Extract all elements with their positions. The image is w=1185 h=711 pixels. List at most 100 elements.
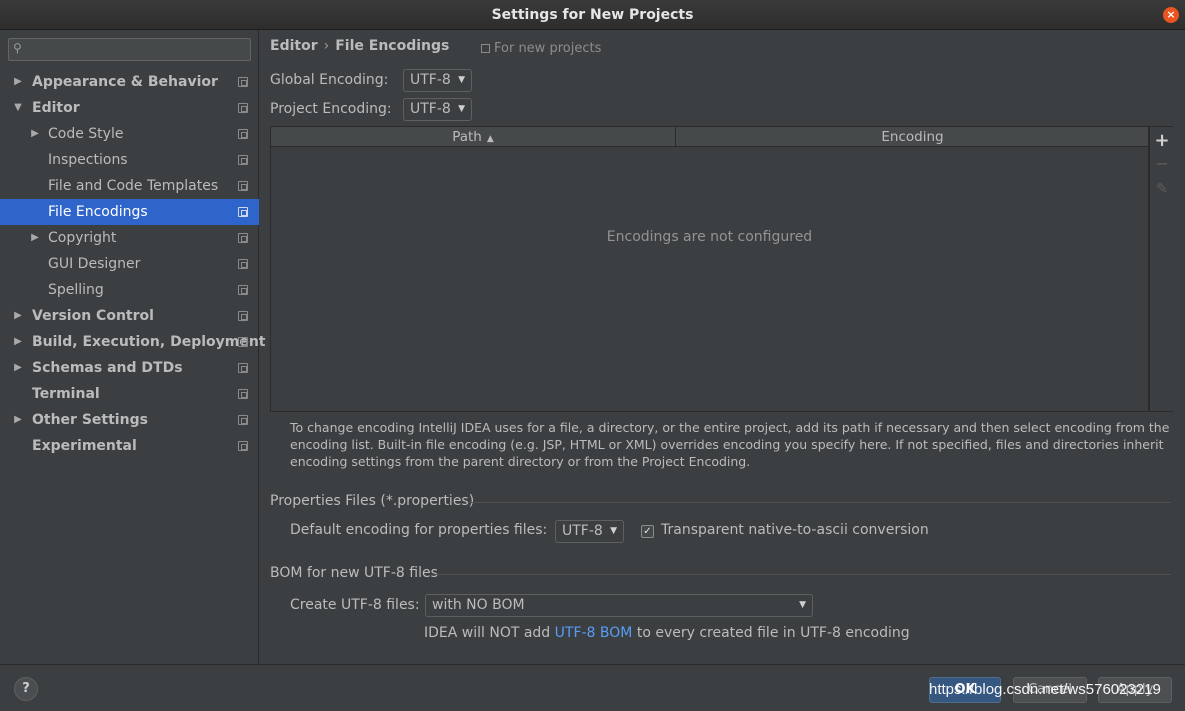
create-utf8-label: Create UTF-8 files: bbox=[290, 597, 420, 613]
collapsed-arrow-icon[interactable]: ▶ bbox=[29, 121, 41, 147]
project-scope-icon bbox=[238, 311, 248, 321]
table-header: Path ▲ Encoding bbox=[271, 127, 1148, 147]
collapsed-arrow-icon[interactable]: ▶ bbox=[12, 303, 24, 329]
project-scope-icon bbox=[238, 103, 248, 113]
sidebar-item-other-settings[interactable]: ▶ Other Settings bbox=[0, 407, 259, 433]
path-encoding-table[interactable]: Path ▲ Encoding Encodings are not configu… bbox=[270, 126, 1149, 412]
sidebar-item-build-execution-deployment[interactable]: ▶ Build, Execution, Deployment bbox=[0, 329, 265, 355]
sidebar-item-label: Copyright bbox=[48, 230, 117, 246]
expanded-arrow-icon[interactable]: ▼ bbox=[12, 95, 24, 121]
sidebar-item-appearance-behavior[interactable]: ▶ Appearance & Behavior bbox=[0, 69, 259, 95]
project-scope-icon bbox=[238, 415, 248, 425]
edit-icon[interactable]: ✎ bbox=[1150, 181, 1174, 197]
breadcrumb-current: File Encodings bbox=[335, 38, 450, 54]
create-utf8-select[interactable]: with NO BOM ▼ bbox=[425, 594, 813, 617]
breadcrumb: Editor › File Encodings bbox=[270, 38, 449, 54]
sidebar-item-label: File and Code Templates bbox=[48, 178, 219, 194]
sidebar-item-label: File Encodings bbox=[48, 204, 148, 220]
section-divider bbox=[434, 574, 1171, 575]
project-encoding-label: Project Encoding: bbox=[270, 101, 392, 117]
sidebar-item-label: Appearance & Behavior bbox=[32, 74, 218, 90]
encoding-help-text: To change encoding IntelliJ IDEA uses fo… bbox=[290, 420, 1170, 469]
sidebar-item-label: Experimental bbox=[32, 438, 137, 454]
project-scope-icon bbox=[481, 44, 490, 53]
scope-label: For new projects bbox=[481, 41, 601, 56]
title-bar: Settings for New Projects × bbox=[0, 0, 1185, 30]
sidebar-item-label: Terminal bbox=[32, 386, 100, 402]
chevron-down-icon: ▼ bbox=[458, 104, 465, 114]
sidebar-item-spelling[interactable]: Spelling bbox=[0, 277, 259, 303]
section-divider bbox=[468, 502, 1171, 503]
window-title: Settings for New Projects bbox=[491, 6, 694, 23]
sidebar-item-label: Version Control bbox=[32, 308, 154, 324]
sidebar-item-version-control[interactable]: ▶ Version Control bbox=[0, 303, 259, 329]
sidebar-item-terminal[interactable]: Terminal bbox=[0, 381, 259, 407]
create-utf8-value: with NO BOM bbox=[432, 597, 525, 613]
column-header-encoding[interactable]: Encoding bbox=[677, 127, 1148, 147]
sidebar-item-label: Editor bbox=[32, 100, 80, 116]
native-to-ascii-label[interactable]: Transparent native-to-ascii conversion bbox=[661, 522, 929, 538]
collapsed-arrow-icon[interactable]: ▶ bbox=[12, 69, 24, 95]
project-scope-icon bbox=[238, 337, 248, 347]
collapsed-arrow-icon[interactable]: ▶ bbox=[12, 407, 24, 433]
collapsed-arrow-icon[interactable]: ▶ bbox=[29, 225, 41, 251]
bom-note-suffix: to every created file in UTF-8 encoding bbox=[636, 625, 910, 641]
properties-default-label: Default encoding for properties files: bbox=[290, 522, 548, 538]
project-scope-icon bbox=[238, 181, 248, 191]
project-scope-icon bbox=[238, 77, 248, 87]
path-column-label: Path bbox=[452, 129, 482, 145]
watermark-text: https://blog.csdn.net/ws576023219 bbox=[929, 681, 1161, 698]
search-input[interactable]: ⚲ bbox=[8, 38, 251, 61]
sidebar-item-label: Code Style bbox=[48, 126, 124, 142]
collapsed-arrow-icon[interactable]: ▶ bbox=[12, 329, 24, 355]
breadcrumb-parent[interactable]: Editor bbox=[270, 38, 318, 54]
sort-ascending-icon: ▲ bbox=[486, 134, 494, 144]
sidebar-item-label: Spelling bbox=[48, 282, 104, 298]
project-scope-icon bbox=[238, 441, 248, 451]
sidebar-item-schemas-and-dtds[interactable]: ▶ Schemas and DTDs bbox=[0, 355, 259, 381]
project-scope-icon bbox=[238, 285, 248, 295]
bom-section-title: BOM for new UTF-8 files bbox=[270, 565, 438, 581]
utf8-bom-link[interactable]: UTF-8 BOM bbox=[555, 625, 633, 641]
close-window-button[interactable]: × bbox=[1163, 7, 1179, 23]
properties-section-title: Properties Files (*.properties) bbox=[270, 493, 475, 509]
table-toolbar: + − ✎ bbox=[1149, 126, 1173, 412]
native-to-ascii-checkbox[interactable]: ✓ bbox=[641, 525, 654, 538]
column-header-path[interactable]: Path ▲ bbox=[271, 127, 676, 147]
project-encoding-select[interactable]: UTF-8 ▼ bbox=[403, 98, 472, 121]
table-empty-text: Encodings are not configured bbox=[606, 229, 813, 245]
project-scope-icon bbox=[238, 389, 248, 399]
sidebar-item-editor[interactable]: ▼ Editor bbox=[0, 95, 259, 121]
breadcrumb-separator: › bbox=[323, 38, 330, 54]
remove-icon[interactable]: − bbox=[1150, 154, 1174, 173]
bom-note-prefix: IDEA will NOT add bbox=[424, 625, 551, 641]
collapsed-arrow-icon[interactable]: ▶ bbox=[12, 355, 24, 381]
sidebar-item-gui-designer[interactable]: GUI Designer bbox=[0, 251, 259, 277]
sidebar-item-label: Build, Execution, Deployment bbox=[32, 334, 266, 350]
sidebar-item-file-and-code-templates[interactable]: File and Code Templates bbox=[0, 173, 259, 199]
properties-encoding-select[interactable]: UTF-8 ▼ bbox=[555, 520, 624, 543]
chevron-down-icon: ▼ bbox=[610, 526, 617, 536]
settings-sidebar: ⚲ ▶ Appearance & Behavior ▼ Editor ▶ Code Sty… bbox=[0, 30, 266, 664]
sidebar-item-label: Schemas and DTDs bbox=[32, 360, 183, 376]
chevron-down-icon: ▼ bbox=[458, 75, 465, 85]
sidebar-item-experimental[interactable]: Experimental bbox=[0, 433, 259, 459]
global-encoding-label: Global Encoding: bbox=[270, 72, 389, 88]
search-icon: ⚲ bbox=[13, 41, 22, 55]
sidebar-item-label: GUI Designer bbox=[48, 256, 141, 272]
file-encodings-panel: Editor › File Encodings For new projects G… bbox=[260, 30, 1185, 664]
bom-note: IDEA will NOT add UTF-8 BOM to every cre… bbox=[424, 625, 910, 641]
sidebar-item-file-encodings[interactable]: File Encodings bbox=[0, 199, 259, 225]
help-button[interactable]: ? bbox=[14, 677, 38, 701]
global-encoding-value: UTF-8 bbox=[410, 72, 451, 88]
project-scope-icon bbox=[238, 129, 248, 139]
sidebar-item-inspections[interactable]: Inspections bbox=[0, 147, 259, 173]
add-icon[interactable]: + bbox=[1150, 130, 1174, 151]
encoding-column-label: Encoding bbox=[881, 129, 944, 145]
global-encoding-select[interactable]: UTF-8 ▼ bbox=[403, 69, 472, 92]
sidebar-item-label: Inspections bbox=[48, 152, 128, 168]
sidebar-item-copyright[interactable]: ▶ Copyright bbox=[0, 225, 259, 251]
project-scope-icon bbox=[238, 207, 248, 217]
sidebar-item-code-style[interactable]: ▶ Code Style bbox=[0, 121, 259, 147]
project-scope-icon bbox=[238, 233, 248, 243]
